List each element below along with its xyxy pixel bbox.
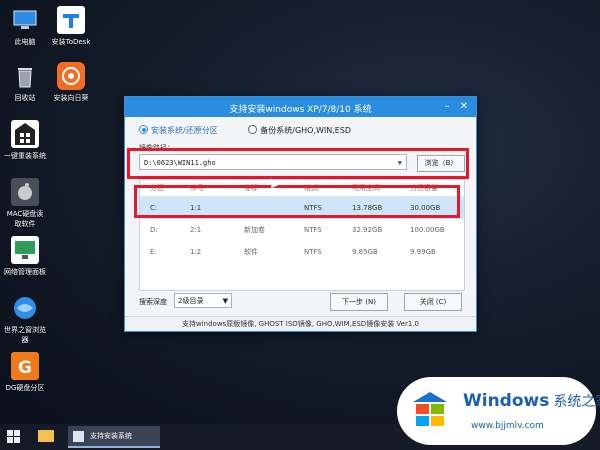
- network-icon: [11, 236, 39, 264]
- watermark-url: www.bjjmlv.com: [471, 421, 544, 431]
- highlight-path-box: [127, 148, 469, 179]
- browser-icon: [11, 294, 39, 322]
- reinstall-icon: [11, 120, 39, 148]
- desktop-icon-browser[interactable]: 世界之窗浏览 器: [2, 294, 48, 345]
- window-title: 支持安装windows XP/7/8/10 系统: [229, 105, 372, 115]
- todesk-icon: [57, 6, 85, 34]
- title-bar[interactable]: 支持安装windows XP/7/8/10 系统 – ✕: [125, 97, 476, 117]
- dropdown-arrow-icon: ▼: [222, 297, 228, 305]
- backup-radio[interactable]: 备份系统/GHO,WIN,ESD: [248, 125, 351, 135]
- svg-text:G: G: [18, 358, 32, 378]
- windows-logo-icon: [413, 392, 447, 426]
- taskbar-item-installer[interactable]: 支持安装系统: [68, 426, 160, 448]
- desktop-icon-dg-partition[interactable]: G DG硬盘分区: [2, 352, 48, 393]
- install-restore-radio[interactable]: 安装系统/还原分区: [139, 125, 218, 135]
- desktop-icon-mac-disk[interactable]: MAC硬盘读 取软件: [2, 178, 48, 229]
- desktop-icon-recycle-bin[interactable]: 回收站: [2, 62, 48, 103]
- table-row[interactable]: E: 1:2 软件 NTFS 9.85GB 9.99GB: [140, 241, 464, 263]
- mode-radio-group: 安装系统/还原分区 备份系统/GHO,WIN,ESD: [139, 125, 351, 136]
- watermark: Windows系统之家 www.bjjmlv.com: [397, 377, 600, 445]
- recycle-bin-icon: [11, 62, 39, 90]
- search-depth-select[interactable]: 2级目录 ▼: [174, 293, 232, 308]
- footer-info: 支持windows原版镜像, GHOST ISO镜像, GHO,WIM,ESD镜…: [125, 316, 476, 331]
- mac-disk-icon: [11, 178, 39, 206]
- next-button[interactable]: 下一步 (N): [330, 293, 388, 311]
- close-button[interactable]: 关闭 (C): [404, 293, 462, 311]
- file-explorer-icon[interactable]: [38, 430, 54, 442]
- app-icon: [73, 431, 84, 442]
- computer-icon: [11, 6, 39, 34]
- dg-partition-icon: G: [11, 352, 39, 380]
- minimize-icon[interactable]: –: [440, 100, 454, 114]
- highlight-c-drive-row: [134, 185, 460, 218]
- windows-logo-icon: [7, 430, 13, 436]
- close-icon[interactable]: ✕: [457, 100, 471, 114]
- start-button[interactable]: [7, 430, 21, 444]
- desktop-icon-reinstall[interactable]: 一键重装系统: [2, 120, 48, 161]
- desktop: 此电脑 安装ToDesk 回收站 安装向日葵 一键重装系统 MAC硬盘读 取软件: [0, 0, 600, 424]
- watermark-brand: Windows系统之家: [463, 391, 600, 411]
- radio-off-icon: [248, 125, 258, 134]
- sunflower-icon: [57, 62, 85, 90]
- search-depth-label: 搜索深度: [139, 298, 167, 306]
- desktop-icon-network[interactable]: 网络管理面板: [2, 236, 48, 277]
- table-row[interactable]: D: 2:1 新加卷 NTFS 32.92GB 100.00GB: [140, 219, 464, 241]
- desktop-icon-this-pc[interactable]: 此电脑: [2, 6, 48, 47]
- radio-on-icon: [139, 125, 148, 134]
- desktop-icon-sunflower[interactable]: 安装向日葵: [48, 62, 94, 103]
- desktop-icon-todesk[interactable]: 安装ToDesk: [48, 6, 94, 47]
